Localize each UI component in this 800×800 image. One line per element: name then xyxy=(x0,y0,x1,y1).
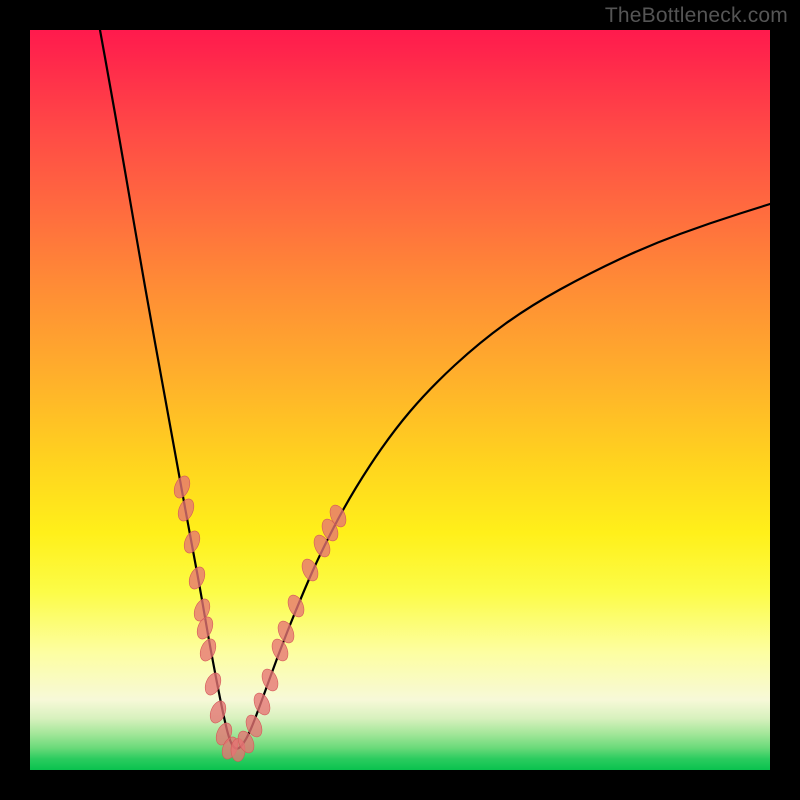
plot-area xyxy=(30,30,770,770)
marker-point xyxy=(259,667,281,694)
chart-svg xyxy=(30,30,770,770)
marker-point xyxy=(197,637,219,664)
marker-point xyxy=(175,497,197,524)
marker-point xyxy=(251,691,273,718)
marker-point xyxy=(171,474,193,501)
watermark-text: TheBottleneck.com xyxy=(605,4,788,28)
marker-point xyxy=(285,593,307,620)
marker-point xyxy=(181,529,203,556)
marker-point xyxy=(202,671,224,698)
marker-point xyxy=(186,565,208,592)
bottleneck-curve xyxy=(100,30,770,749)
chart-frame: TheBottleneck.com xyxy=(0,0,800,800)
highlight-markers xyxy=(171,474,349,762)
